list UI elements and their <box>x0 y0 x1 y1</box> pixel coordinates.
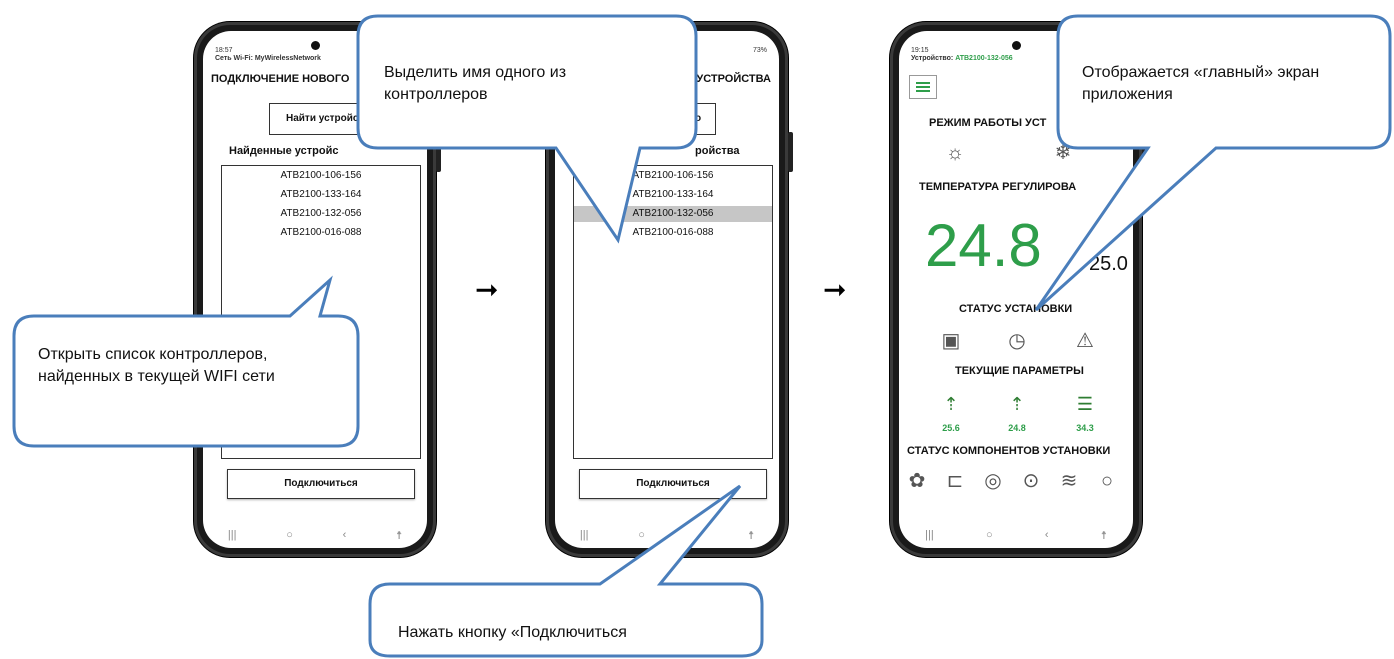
found-devices-header: ройства <box>695 145 740 157</box>
recents-icon[interactable]: ||| <box>228 529 237 541</box>
status-bar: 19:15 Устройство: ATB2100-132-056 <box>911 47 1013 63</box>
phone-3-screen: 19:15 Устройство: ATB2100-132-056 РЕЖИМ … <box>899 31 1133 548</box>
page-title: УСТРОЙСТВА <box>696 73 771 85</box>
callout-select-name-text: Выделить имя одного из контроллеров <box>384 64 567 103</box>
side-button <box>1142 132 1147 172</box>
find-devices-button[interactable]: Найти устройст <box>269 103 427 135</box>
supply-temp-icon: ⇡ <box>943 394 959 414</box>
status-time: 19:15 <box>911 47 929 54</box>
fan-icon: ✿ <box>908 470 926 492</box>
damper-icon: ○ <box>1100 470 1114 492</box>
param-value: 24.8 <box>1008 423 1026 433</box>
home-icon[interactable]: ○ <box>638 529 645 541</box>
menu-icon <box>916 86 930 88</box>
front-camera <box>1012 41 1021 50</box>
list-item[interactable]: ATB2100-133-164 <box>222 187 420 203</box>
accessibility-icon[interactable]: ☨ <box>748 529 754 542</box>
back-icon[interactable]: ‹ <box>343 529 347 541</box>
list-item-selected[interactable]: ATB2100-132-056 <box>574 206 772 222</box>
timer-icon: ◷ <box>1008 330 1026 352</box>
param-value: 25.6 <box>942 423 960 433</box>
warning-icon: ⚠ <box>1076 330 1094 352</box>
devices-list[interactable]: ATB2100-106-156 ATB2100-133-164 ATB2100-… <box>221 165 421 459</box>
devices-list[interactable]: ATB2100-106-156 ATB2100-133-164 ATB2100-… <box>573 165 773 459</box>
home-icon[interactable]: ○ <box>986 529 993 541</box>
connect-button[interactable]: Подключиться <box>227 469 415 499</box>
set-temperature[interactable]: 25.0 <box>1089 253 1128 276</box>
callout-main-screen-text: Отображается «главный» экран приложения <box>1082 64 1320 103</box>
home-icon[interactable]: ○ <box>286 529 293 541</box>
list-item[interactable]: ATB2100-133-164 <box>574 187 772 203</box>
side-button <box>788 132 793 172</box>
list-item[interactable]: ATB2100-016-088 <box>574 225 772 241</box>
current-temperature: 24.8 <box>925 212 1042 279</box>
device-id: ATB2100-132-056 <box>955 55 1013 62</box>
heat-mode-icon[interactable]: ☼ <box>941 143 969 163</box>
side-button <box>436 132 441 172</box>
recents-icon[interactable]: ||| <box>580 529 589 541</box>
back-icon[interactable]: ‹ <box>695 529 699 541</box>
recuperator-icon: ◎ <box>984 470 1002 492</box>
current-params-title: ТЕКУЩИЕ ПАРАМЕТРЫ <box>955 365 1084 377</box>
list-item[interactable]: ATB2100-106-156 <box>574 168 772 184</box>
installation-status-title: СТАТУС УСТАНОВКИ <box>959 303 1073 315</box>
mode-title: РЕЖИМ РАБОТЫ УСТ <box>929 117 1047 129</box>
wifi-network-label: Сеть Wi-Fi: MyWirelessNetwork <box>215 55 321 62</box>
nav-bar: ||| ○ ‹ ☨ <box>899 522 1133 548</box>
flow-arrow-icon: ➞ <box>823 274 847 305</box>
find-devices-button[interactable]: во <box>675 103 716 135</box>
status-time: 18:57 <box>215 47 233 54</box>
cool-mode-icon[interactable]: ❄ <box>1049 143 1077 163</box>
found-devices-header: Найденные устройс <box>229 145 339 157</box>
callout-press-connect-text: Нажать кнопку «Подключиться <box>398 624 627 641</box>
menu-button[interactable] <box>909 75 937 99</box>
nav-bar: ||| ○ ‹ ☨ <box>555 522 779 548</box>
front-camera <box>663 41 672 50</box>
flow-arrow-icon: ➞ <box>475 274 499 305</box>
phone-1-screen: 18:57 Сеть Wi-Fi: MyWirelessNetwork ПОДК… <box>203 31 427 548</box>
accessibility-icon[interactable]: ☨ <box>1101 529 1107 542</box>
device-line: Устройство: ATB2100-132-056 <box>911 55 1013 63</box>
outdoor-temp-icon: ☰ <box>1076 394 1094 414</box>
device-label: Устройство: <box>911 55 954 62</box>
list-item[interactable]: ATB2100-106-156 <box>222 168 420 184</box>
param-value: 34.3 <box>1076 423 1094 433</box>
components-status-title: СТАТУС КОМПОНЕНТОВ УСТАНОВКИ <box>907 445 1111 457</box>
nav-bar: ||| ○ ‹ ☨ <box>203 522 427 548</box>
device-status-icon: ▣ <box>941 330 961 352</box>
recents-icon[interactable]: ||| <box>925 529 934 541</box>
pump-icon: ⊙ <box>1022 470 1040 492</box>
back-icon[interactable]: ‹ <box>1045 529 1049 541</box>
connect-button[interactable]: Подключиться <box>579 469 767 499</box>
temperature-title: ТЕМПЕРАТУРА РЕГУЛИРОВА <box>919 181 1077 193</box>
list-item[interactable]: ATB2100-016-088 <box>222 225 420 241</box>
callout-open-list-text: Открыть список контроллеров, найденных в… <box>38 346 275 385</box>
accessibility-icon[interactable]: ☨ <box>396 529 402 542</box>
status-bar: 18:57 Сеть Wi-Fi: MyWirelessNetwork <box>215 47 321 63</box>
status-battery: 73% <box>752 47 767 54</box>
heater-icon: ≋ <box>1060 470 1078 492</box>
phone-2-screen: 73% УСТРОЙСТВА во ройства ATB2100-106-15… <box>555 31 779 548</box>
filter-icon: ⊏ <box>946 470 964 492</box>
list-item[interactable]: ATB2100-132-056 <box>222 206 420 222</box>
room-temp-icon: ⇡ <box>1009 394 1025 414</box>
